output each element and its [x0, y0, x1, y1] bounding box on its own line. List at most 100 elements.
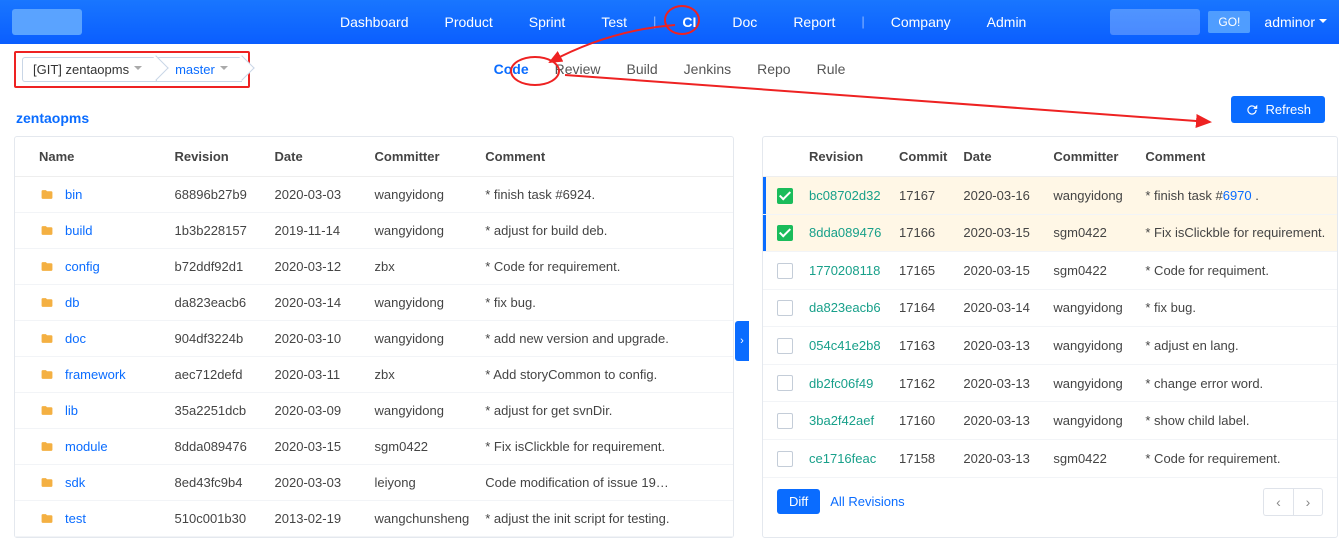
cell-date: 2020-03-15	[267, 429, 367, 465]
all-revisions-link[interactable]: All Revisions	[830, 494, 904, 509]
subtab-rule[interactable]: Rule	[815, 57, 848, 81]
subtab-review[interactable]: Review	[553, 57, 603, 81]
row-checkbox[interactable]	[777, 263, 793, 279]
folder-icon	[39, 260, 55, 273]
table-row: 8dda089476171662020-03-15sgm0422* Fix is…	[763, 214, 1337, 252]
cell-name[interactable]: framework	[15, 357, 167, 393]
cell-name[interactable]: db	[15, 285, 167, 321]
cell-revision: b72ddf92d1	[167, 249, 267, 285]
col-comment[interactable]: Comment	[477, 137, 733, 177]
cell-revision[interactable]: ce1716feac	[801, 439, 891, 477]
commits-table: Revision Commit Date Committer Comment b…	[763, 137, 1337, 478]
cell-name[interactable]: sdk	[15, 465, 167, 501]
nav-ci[interactable]: CI	[664, 0, 714, 44]
cell-name[interactable]: doc	[15, 321, 167, 357]
cell-check[interactable]	[763, 327, 801, 365]
cell-comment: * fix bug.	[477, 285, 733, 321]
col-date[interactable]: Date	[267, 137, 367, 177]
cell-check[interactable]	[763, 177, 801, 215]
go-button[interactable]: GO!	[1208, 11, 1250, 33]
user-menu[interactable]: adminor	[1258, 14, 1327, 30]
row-checkbox[interactable]	[777, 451, 793, 467]
subtab-repo[interactable]: Repo	[755, 57, 792, 81]
cell-revision[interactable]: bc08702d32	[801, 177, 891, 215]
nav-test[interactable]: Test	[583, 0, 645, 44]
col-revision[interactable]: Revision	[167, 137, 267, 177]
folder-icon	[39, 188, 55, 201]
table-row: bin68896b27b92020-03-03wangyidong* finis…	[15, 177, 733, 213]
cell-comment: * finish task #6924.	[477, 177, 733, 213]
cell-revision[interactable]: da823eacb6	[801, 289, 891, 327]
cell-revision[interactable]: 3ba2f42aef	[801, 402, 891, 440]
cell-committer: sgm0422	[1045, 439, 1137, 477]
col-committer[interactable]: Committer	[367, 137, 478, 177]
commits-footer: Diff All Revisions ‹ ›	[763, 478, 1337, 526]
cell-revision[interactable]: db2fc06f49	[801, 364, 891, 402]
cell-check[interactable]	[763, 214, 801, 252]
nav-report[interactable]: Report	[775, 0, 853, 44]
row-checkbox[interactable]	[777, 413, 793, 429]
row-checkbox[interactable]	[777, 188, 793, 204]
cell-name[interactable]: build	[15, 213, 167, 249]
cell-check[interactable]	[763, 252, 801, 290]
nav-product[interactable]: Product	[427, 0, 511, 44]
search-input[interactable]	[1110, 9, 1200, 35]
col-date[interactable]: Date	[955, 137, 1045, 177]
pager-next-button[interactable]: ›	[1293, 488, 1323, 516]
table-row: lib35a2251dcb2020-03-09wangyidong* adjus…	[15, 393, 733, 429]
task-link[interactable]: 6970	[1223, 188, 1252, 203]
col-name[interactable]: Name	[15, 137, 167, 177]
subtab-code[interactable]: Code	[492, 57, 531, 81]
cell-comment: * adjust for build deb.	[477, 213, 733, 249]
cell-check[interactable]	[763, 289, 801, 327]
cell-revision[interactable]: 1770208118	[801, 252, 891, 290]
cell-name[interactable]: config	[15, 249, 167, 285]
cell-commit: 17163	[891, 327, 955, 365]
folder-icon	[39, 512, 55, 525]
logo	[12, 9, 82, 35]
sub-tabs: Code Review Build Jenkins Repo Rule	[492, 57, 848, 81]
cell-name[interactable]: bin	[15, 177, 167, 213]
row-checkbox[interactable]	[777, 300, 793, 316]
folder-icon	[39, 224, 55, 237]
cell-committer: wangyidong	[367, 213, 478, 249]
pager-prev-button[interactable]: ‹	[1263, 488, 1293, 516]
nav-company[interactable]: Company	[873, 0, 969, 44]
refresh-icon	[1245, 103, 1259, 117]
cell-date: 2020-03-03	[267, 177, 367, 213]
refresh-button[interactable]: Refresh	[1231, 96, 1325, 123]
cell-check[interactable]	[763, 439, 801, 477]
col-committer[interactable]: Committer	[1045, 137, 1137, 177]
splitter-handle[interactable]: ›	[735, 321, 749, 361]
cell-name[interactable]: module	[15, 429, 167, 465]
cell-name[interactable]: lib	[15, 393, 167, 429]
breadcrumb-branch[interactable]: master	[156, 57, 242, 82]
row-checkbox[interactable]	[777, 375, 793, 391]
cell-revision[interactable]: 054c41e2b8	[801, 327, 891, 365]
nav-admin[interactable]: Admin	[969, 0, 1045, 44]
breadcrumb-repo[interactable]: [GIT] zentaopms	[22, 57, 156, 82]
col-check	[763, 137, 801, 177]
cell-revision[interactable]: 8dda089476	[801, 214, 891, 252]
nav-sprint[interactable]: Sprint	[511, 0, 584, 44]
files-table: Name Revision Date Committer Comment bin…	[15, 137, 733, 537]
col-revision[interactable]: Revision	[801, 137, 891, 177]
row-checkbox[interactable]	[777, 338, 793, 354]
cell-committer: zbx	[367, 249, 478, 285]
cell-check[interactable]	[763, 402, 801, 440]
nav-doc[interactable]: Doc	[714, 0, 775, 44]
subtab-build[interactable]: Build	[625, 57, 660, 81]
subtab-jenkins[interactable]: Jenkins	[682, 57, 733, 81]
col-commit[interactable]: Commit	[891, 137, 955, 177]
col-comment[interactable]: Comment	[1137, 137, 1337, 177]
cell-name[interactable]: test	[15, 501, 167, 537]
cell-comment: * add new version and upgrade.	[477, 321, 733, 357]
table-row: 054c41e2b8171632020-03-13wangyidong* adj…	[763, 327, 1337, 365]
cell-committer: wangyidong	[1045, 364, 1137, 402]
cell-committer: sgm0422	[367, 429, 478, 465]
cell-check[interactable]	[763, 364, 801, 402]
diff-button[interactable]: Diff	[777, 489, 820, 514]
row-checkbox[interactable]	[777, 225, 793, 241]
nav-dashboard[interactable]: Dashboard	[322, 0, 427, 44]
cell-comment: * change error word.	[1137, 364, 1337, 402]
